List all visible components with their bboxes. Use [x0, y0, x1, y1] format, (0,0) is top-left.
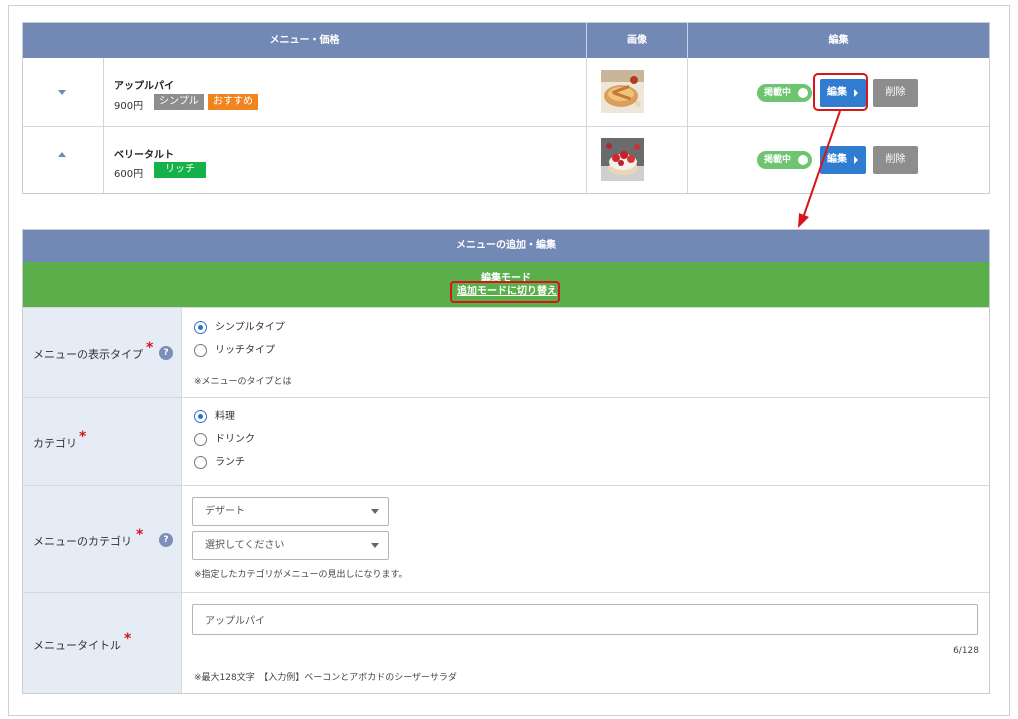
delete-button[interactable]: 削除: [873, 146, 918, 174]
tag-recommended: おすすめ: [208, 94, 258, 110]
chevron-down-icon: [371, 543, 379, 548]
delete-button[interactable]: 削除: [873, 79, 918, 107]
header-image: 画像: [587, 23, 688, 58]
menu-category-label: メニューのカテゴリ: [33, 535, 132, 548]
radio-unchecked-icon: [194, 433, 207, 446]
menu-title-label-cell: メニュータイトル *: [23, 593, 182, 693]
radio-label: ランチ: [215, 457, 245, 468]
required-mark: *: [124, 631, 132, 647]
required-mark: *: [79, 429, 87, 445]
radio-unchecked-icon: [194, 344, 207, 357]
menu-title-input[interactable]: [192, 604, 978, 635]
header-menu-price: メニュー・価格: [23, 23, 587, 58]
edit-button-highlight: [813, 73, 868, 111]
mode-link-highlight: [450, 281, 560, 303]
menu-category-row: メニューのカテゴリ * ? デザート 選択してください ※指定したカテゴリがメニ…: [23, 485, 989, 592]
menu-title-label: メニュータイトル: [33, 639, 121, 652]
mode-title: 編集モード: [481, 273, 531, 281]
tag-simple: シンプル: [154, 94, 204, 110]
display-type-row: メニューの表示タイプ * ? シンプルタイプ リッチタイプ ※メニューのタイプと…: [23, 307, 989, 397]
menu-table-header: メニュー・価格 画像 編集: [23, 23, 989, 58]
character-counter: 6/128: [953, 646, 979, 656]
menu-category-inputs: デザート 選択してください ※指定したカテゴリがメニューの見出しになります。: [182, 486, 989, 592]
sort-cell: [23, 58, 104, 126]
move-up-icon[interactable]: [58, 152, 66, 157]
name-price-cell: ベリータルト 600円 リッチ: [104, 127, 587, 193]
radio-label: リッチタイプ: [215, 345, 275, 356]
menu-title-note: ※最大128文字 【入力例】ベーコンとアボカドのシーザーサラダ: [194, 673, 457, 683]
image-cell: [587, 127, 688, 193]
radio-label: 料理: [215, 411, 235, 422]
menu-item-price: 900円: [114, 101, 144, 112]
berry-tart-thumbnail: [601, 138, 644, 181]
publish-status-label: 掲載中: [764, 88, 792, 98]
publish-toggle[interactable]: 掲載中: [757, 151, 812, 169]
image-cell: [587, 58, 688, 126]
display-type-label-cell: メニューの表示タイプ * ?: [23, 308, 182, 397]
menu-title-row: メニュータイトル * 6/128 ※最大128文字 【入力例】ベーコンとアボカド…: [23, 592, 989, 693]
menu-item-price: 600円: [114, 169, 144, 180]
radio-unchecked-icon: [194, 456, 207, 469]
toggle-knob-icon: [798, 88, 808, 98]
chevron-down-icon: [371, 509, 379, 514]
name-price-cell: アップルパイ 900円 シンプル おすすめ: [104, 58, 587, 126]
display-type-options: シンプルタイプ リッチタイプ ※メニューのタイプとは: [182, 308, 989, 397]
move-down-icon[interactable]: [58, 90, 66, 95]
required-mark: *: [136, 527, 144, 543]
header-edit: 編集: [828, 35, 849, 46]
tag-rich: リッチ: [154, 162, 206, 178]
table-row: ベリータルト 600円 リッチ 掲載中 編集 削除: [23, 127, 989, 193]
caret-right-icon: [854, 156, 858, 164]
menu-item-name: アップルパイ: [114, 81, 174, 92]
sort-cell: [23, 127, 104, 193]
edit-cell: 掲載中 編集 削除: [688, 127, 989, 193]
select-value: 選択してください: [205, 540, 285, 551]
menu-category-label-cell: メニューのカテゴリ * ?: [23, 486, 182, 592]
toggle-knob-icon: [798, 155, 808, 165]
category-row: カテゴリ * 料理 ドリンク ランチ: [23, 397, 989, 485]
publish-toggle[interactable]: 掲載中: [757, 84, 812, 102]
category-select-primary[interactable]: デザート: [192, 497, 389, 526]
menu-title-inputs: 6/128 ※最大128文字 【入力例】ベーコンとアボカドのシーザーサラダ: [182, 593, 989, 693]
category-label: カテゴリ: [33, 437, 77, 450]
publish-status-label: 掲載中: [764, 155, 792, 165]
apple-pie-thumbnail: [601, 70, 644, 113]
display-type-label: メニューの表示タイプ: [33, 348, 143, 361]
help-icon[interactable]: ?: [159, 346, 173, 360]
radio-label: シンプルタイプ: [215, 322, 285, 333]
category-select-secondary[interactable]: 選択してください: [192, 531, 389, 560]
radio-checked-icon: [194, 410, 207, 423]
edit-button-label: 編集: [827, 154, 847, 165]
select-value: デザート: [205, 506, 245, 517]
radio-checked-icon: [194, 321, 207, 334]
menu-category-note: ※指定したカテゴリがメニューの見出しになります。: [194, 570, 408, 580]
edit-button[interactable]: 編集: [820, 146, 866, 174]
form-title: メニューの追加・編集: [23, 230, 989, 262]
menu-item-name: ベリータルト: [114, 150, 174, 161]
display-type-note-link[interactable]: ※メニューのタイプとは: [194, 374, 292, 387]
radio-label: ドリンク: [215, 434, 255, 445]
category-options: 料理 ドリンク ランチ: [182, 398, 989, 485]
help-icon[interactable]: ?: [159, 533, 173, 547]
required-mark: *: [146, 340, 154, 356]
category-label-cell: カテゴリ *: [23, 398, 182, 485]
